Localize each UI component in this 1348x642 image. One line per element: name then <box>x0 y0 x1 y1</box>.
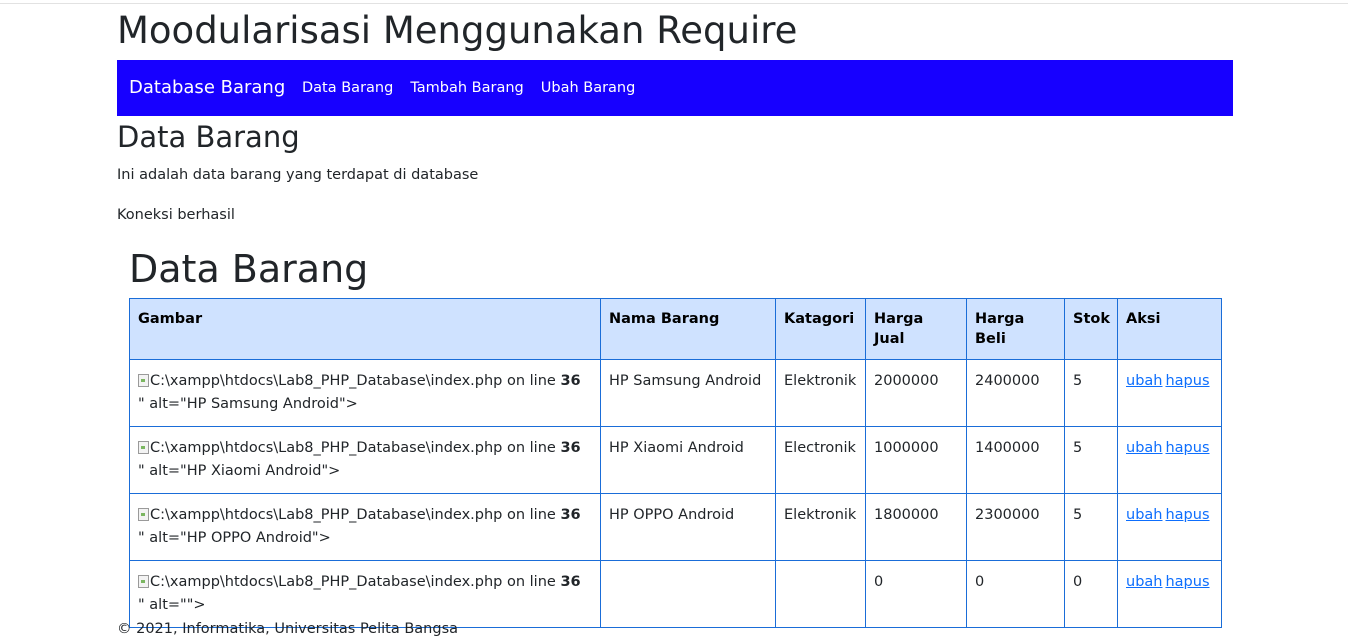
cell-stok: 5 <box>1064 359 1118 427</box>
cell-katagori: Elektronik <box>775 359 866 427</box>
navbar-brand[interactable]: Database Barang <box>129 77 285 99</box>
cell-harga-jual: 0 <box>865 560 967 628</box>
image-alt-text: " alt=""> <box>138 597 206 613</box>
image-line-number: 36 <box>560 440 581 456</box>
cell-stok: 5 <box>1064 426 1118 494</box>
image-path-text: C:\xampp\htdocs\Lab8_PHP_Database\index.… <box>150 440 561 456</box>
delete-link[interactable]: hapus <box>1165 440 1209 456</box>
column-header-nama-barang: Nama Barang <box>600 298 776 360</box>
nav-link-tambah-barang[interactable]: Tambah Barang <box>410 79 523 97</box>
image-alt-text: " alt="HP Samsung Android"> <box>138 396 358 412</box>
section-title: Data Barang <box>117 120 300 154</box>
delete-link[interactable]: hapus <box>1165 574 1209 590</box>
delete-link[interactable]: hapus <box>1165 507 1209 523</box>
column-header-aksi: Aksi <box>1117 298 1222 360</box>
cell-aksi: ubah hapus <box>1117 359 1222 427</box>
cell-harga-beli: 2400000 <box>966 359 1065 427</box>
cell-harga-jual: 2000000 <box>865 359 967 427</box>
edit-link[interactable]: ubah <box>1126 440 1162 456</box>
image-path-text: C:\xampp\htdocs\Lab8_PHP_Database\index.… <box>150 574 561 590</box>
cell-nama-barang <box>600 560 776 628</box>
cell-harga-beli: 0 <box>966 560 1065 628</box>
broken-image-icon <box>138 441 149 454</box>
cell-harga-beli: 2300000 <box>966 493 1065 561</box>
image-line-number: 36 <box>560 507 581 523</box>
cell-aksi: ubah hapus <box>1117 426 1222 494</box>
table-row: C:\xampp\htdocs\Lab8_PHP_Database\index.… <box>129 560 1222 628</box>
cell-katagori: Elektronik <box>775 493 866 561</box>
table-title: Data Barang <box>129 247 369 291</box>
image-path-text: C:\xampp\htdocs\Lab8_PHP_Database\index.… <box>150 373 561 389</box>
delete-link[interactable]: hapus <box>1165 373 1209 389</box>
cell-stok: 5 <box>1064 493 1118 561</box>
table-row: C:\xampp\htdocs\Lab8_PHP_Database\index.… <box>129 426 1222 494</box>
cell-harga-beli: 1400000 <box>966 426 1065 494</box>
image-line-number: 36 <box>560 574 581 590</box>
table-row: C:\xampp\htdocs\Lab8_PHP_Database\index.… <box>129 493 1222 561</box>
image-cell: C:\xampp\htdocs\Lab8_PHP_Database\index.… <box>129 560 601 628</box>
nav-links: Data Barang Tambah Barang Ubah Barang <box>302 79 635 97</box>
column-header-harga-beli: Harga Beli <box>966 298 1065 360</box>
cell-katagori <box>775 560 866 628</box>
table-header-row: Gambar Nama Barang Katagori Harga Jual H… <box>129 298 1222 360</box>
cell-stok: 0 <box>1064 560 1118 628</box>
page-description: Ini adalah data barang yang terdapat di … <box>117 167 479 183</box>
image-alt-text: " alt="HP Xiaomi Android"> <box>138 463 341 479</box>
column-header-katagori: Katagori <box>775 298 866 360</box>
cell-nama-barang: HP Xiaomi Android <box>600 426 776 494</box>
edit-link[interactable]: ubah <box>1126 574 1162 590</box>
footer: © 2021, Informatika, Universitas Pelita … <box>117 621 459 637</box>
column-header-stok: Stok <box>1064 298 1118 360</box>
cell-harga-jual: 1800000 <box>865 493 967 561</box>
site-title: Moodularisasi Menggunakan Require <box>117 9 798 52</box>
nav-link-ubah-barang[interactable]: Ubah Barang <box>541 79 636 97</box>
broken-image-icon <box>138 374 149 387</box>
image-cell: C:\xampp\htdocs\Lab8_PHP_Database\index.… <box>129 426 601 494</box>
image-alt-text: " alt="HP OPPO Android"> <box>138 530 331 546</box>
nav-link-data-barang[interactable]: Data Barang <box>302 79 393 97</box>
image-cell: C:\xampp\htdocs\Lab8_PHP_Database\index.… <box>129 359 601 427</box>
broken-image-icon <box>138 508 149 521</box>
edit-link[interactable]: ubah <box>1126 507 1162 523</box>
cell-katagori: Electronik <box>775 426 866 494</box>
top-divider <box>0 3 1348 4</box>
connection-status: Koneksi berhasil <box>117 207 235 223</box>
navbar: Database Barang Data Barang Tambah Baran… <box>117 60 1233 116</box>
image-path-text: C:\xampp\htdocs\Lab8_PHP_Database\index.… <box>150 507 561 523</box>
data-table: Gambar Nama Barang Katagori Harga Jual H… <box>129 298 1222 628</box>
cell-nama-barang: HP OPPO Android <box>600 493 776 561</box>
cell-nama-barang: HP Samsung Android <box>600 359 776 427</box>
column-header-gambar: Gambar <box>129 298 601 360</box>
image-line-number: 36 <box>560 373 581 389</box>
cell-aksi: ubah hapus <box>1117 493 1222 561</box>
edit-link[interactable]: ubah <box>1126 373 1162 389</box>
cell-harga-jual: 1000000 <box>865 426 967 494</box>
image-cell: C:\xampp\htdocs\Lab8_PHP_Database\index.… <box>129 493 601 561</box>
broken-image-icon <box>138 575 149 588</box>
column-header-harga-jual: Harga Jual <box>865 298 967 360</box>
cell-aksi: ubah hapus <box>1117 560 1222 628</box>
table-row: C:\xampp\htdocs\Lab8_PHP_Database\index.… <box>129 359 1222 427</box>
